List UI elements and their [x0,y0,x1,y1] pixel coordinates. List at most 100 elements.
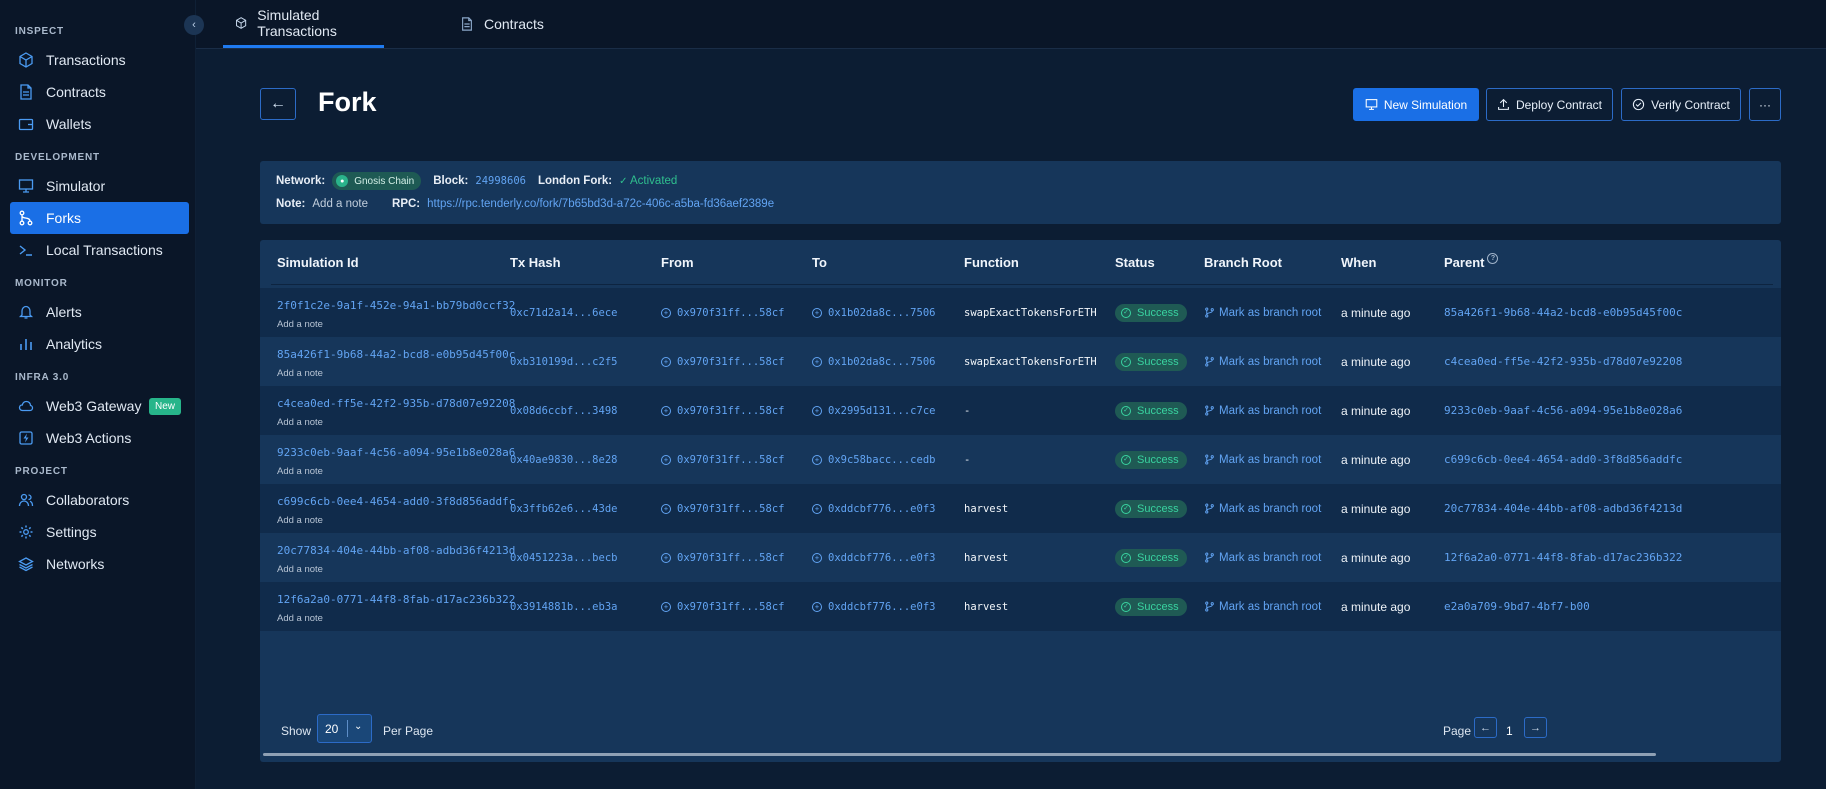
tx-hash-link[interactable]: 0x08d6ccbf...3498 [510,386,617,435]
sidebar-item-networks[interactable]: Networks [10,548,189,580]
to-address-link[interactable]: +0x9c58bacc...cedb [812,435,935,484]
to-address-link[interactable]: +0xddcbf776...e0f3 [812,582,935,631]
function-name: harvest [964,551,1009,564]
add-note-link[interactable]: Add a note [277,368,323,379]
previous-page-button[interactable]: ← [1474,717,1497,738]
more-options-button[interactable]: ··· [1749,88,1781,121]
tx-hash-link[interactable]: 0x0451223a...becb [510,533,617,582]
table-row[interactable]: 2f0f1c2e-9a1f-452e-94a1-bb79bd0ccf32 Add… [260,288,1781,337]
tab-simulated-transactions[interactable]: Simulated Transactions [223,0,384,48]
sidebar-item-collaborators[interactable]: Collaborators [10,484,189,516]
sidebar-item-web3-actions[interactable]: Web3 Actions [10,422,189,454]
column-header-parent[interactable]: Parent ? [1444,240,1499,284]
tab-contracts[interactable]: Contracts [460,0,544,48]
mark-branch-root-link[interactable]: Mark as branch root [1204,533,1321,582]
column-header-branch-root[interactable]: Branch Root [1204,240,1282,284]
parent-link[interactable]: 9233c0eb-9aaf-4c56-a094-95e1b8e028a6 [1444,386,1682,435]
mark-branch-root-link[interactable]: Mark as branch root [1204,435,1321,484]
sidebar-item-label: Alerts [46,304,82,320]
block-value[interactable]: 24998606 [475,175,526,187]
sidebar-item-settings[interactable]: Settings [10,516,189,548]
table-row[interactable]: 20c77834-404e-44bb-af08-adbd36f4213d Add… [260,533,1781,582]
verify-contract-button[interactable]: Verify Contract [1621,88,1741,121]
tx-hash-link[interactable]: 0xc71d2a14...6ece [510,288,617,337]
back-button[interactable]: ← [260,88,296,120]
simulation-id-link[interactable]: c4cea0ed-ff5e-42f2-935b-d78d07e92208 [277,397,515,410]
tx-hash-link[interactable]: 0x40ae9830...8e28 [510,435,617,484]
simulation-id-link[interactable]: 2f0f1c2e-9a1f-452e-94a1-bb79bd0ccf32 [277,299,515,312]
table-row[interactable]: 85a426f1-9b68-44a2-bcd8-e0b95d45f00c Add… [260,337,1781,386]
mark-branch-root-link[interactable]: Mark as branch root [1204,386,1321,435]
sidebar-item-transactions[interactable]: Transactions [10,44,189,76]
mark-branch-root-link[interactable]: Mark as branch root [1204,337,1321,386]
add-note-link[interactable]: Add a note [277,319,323,330]
parent-link[interactable]: 85a426f1-9b68-44a2-bcd8-e0b95d45f00c [1444,288,1682,337]
deploy-contract-button[interactable]: Deploy Contract [1486,88,1613,121]
address-icon: + [661,405,671,416]
parent-link[interactable]: c4cea0ed-ff5e-42f2-935b-d78d07e92208 [1444,337,1682,386]
parent-link[interactable]: c699c6cb-0ee4-4654-add0-3f8d856addfc [1444,435,1682,484]
from-address-link[interactable]: +0x970f31ff...58cf [661,337,784,386]
simulation-id-link[interactable]: 12f6a2a0-0771-44f8-8fab-d17ac236b322 [277,593,515,606]
column-header-status[interactable]: Status [1115,240,1155,284]
add-note-link[interactable]: Add a note [277,515,323,526]
from-address-link[interactable]: +0x970f31ff...58cf [661,484,784,533]
address-icon: + [661,503,671,514]
rpc-url[interactable]: https://rpc.tenderly.co/fork/7b65bd3d-a7… [427,198,774,210]
parent-link[interactable]: 20c77834-404e-44bb-af08-adbd36f4213d [1444,484,1682,533]
simulation-id-link[interactable]: 9233c0eb-9aaf-4c56-a094-95e1b8e028a6 [277,446,515,459]
column-header-function[interactable]: Function [964,240,1019,284]
mark-branch-root-link[interactable]: Mark as branch root [1204,484,1321,533]
table-row[interactable]: c699c6cb-0ee4-4654-add0-3f8d856addfc Add… [260,484,1781,533]
sidebar-item-forks[interactable]: Forks [10,202,189,234]
add-note-link[interactable]: Add a note [312,198,368,210]
mark-branch-root-link[interactable]: Mark as branch root [1204,582,1321,631]
column-header-when[interactable]: When [1341,240,1376,284]
to-address-link[interactable]: +0x1b02da8c...7506 [812,337,935,386]
to-address-link[interactable]: +0x1b02da8c...7506 [812,288,935,337]
collapse-sidebar-button[interactable]: ‹ [184,15,204,35]
simulation-id-link[interactable]: c699c6cb-0ee4-4654-add0-3f8d856addfc [277,495,515,508]
add-note-link[interactable]: Add a note [277,613,323,624]
add-note-link[interactable]: Add a note [277,564,323,575]
from-address-link[interactable]: +0x970f31ff...58cf [661,386,784,435]
sidebar-item-analytics[interactable]: Analytics [10,328,189,360]
to-address-link[interactable]: +0x2995d131...c7ce [812,386,935,435]
parent-link[interactable]: 12f6a2a0-0771-44f8-8fab-d17ac236b322 [1444,533,1682,582]
new-badge: New [148,397,181,415]
to-address-link[interactable]: +0xddcbf776...e0f3 [812,484,935,533]
sidebar-item-contracts[interactable]: Contracts [10,76,189,108]
sidebar-item-local-transactions[interactable]: Local Transactions [10,234,189,266]
column-header-to[interactable]: To [812,240,827,284]
sidebar-item-wallets[interactable]: Wallets [10,108,189,140]
table-row[interactable]: 12f6a2a0-0771-44f8-8fab-d17ac236b322 Add… [260,582,1781,631]
tx-hash-link[interactable]: 0xb310199d...c2f5 [510,337,617,386]
column-header-tx-hash[interactable]: Tx Hash [510,240,561,284]
when-cell: a minute ago [1341,452,1411,467]
info-icon[interactable]: ? [1487,252,1499,264]
table-row[interactable]: 9233c0eb-9aaf-4c56-a094-95e1b8e028a6 Add… [260,435,1781,484]
add-note-link[interactable]: Add a note [277,417,323,428]
next-page-button[interactable]: → [1524,717,1547,738]
sidebar-item-web3-gateway[interactable]: Web3 Gateway New [10,390,189,422]
column-header-from[interactable]: From [661,240,694,284]
new-simulation-button[interactable]: New Simulation [1353,88,1479,121]
from-address-link[interactable]: +0x970f31ff...58cf [661,533,784,582]
sidebar-item-alerts[interactable]: Alerts [10,296,189,328]
to-address-link[interactable]: +0xddcbf776...e0f3 [812,533,935,582]
mark-branch-root-link[interactable]: Mark as branch root [1204,288,1321,337]
network-chip[interactable]: ● Gnosis Chain [332,172,422,190]
column-header-simulation-id[interactable]: Simulation Id [277,240,359,284]
from-address-link[interactable]: +0x970f31ff...58cf [661,288,784,337]
tx-hash-link[interactable]: 0x3914881b...eb3a [510,582,617,631]
from-address-link[interactable]: +0x970f31ff...58cf [661,582,784,631]
simulation-id-link[interactable]: 85a426f1-9b68-44a2-bcd8-e0b95d45f00c [277,348,515,361]
table-row[interactable]: c4cea0ed-ff5e-42f2-935b-d78d07e92208 Add… [260,386,1781,435]
add-note-link[interactable]: Add a note [277,466,323,477]
tx-hash-link[interactable]: 0x3ffb62e6...43de [510,484,617,533]
from-address-link[interactable]: +0x970f31ff...58cf [661,435,784,484]
per-page-select[interactable]: 20 ⌄ [317,714,372,743]
parent-link[interactable]: e2a0a709-9bd7-4bf7-b00 [1444,582,1590,631]
simulation-id-link[interactable]: 20c77834-404e-44bb-af08-adbd36f4213d [277,544,515,557]
sidebar-item-simulator[interactable]: Simulator [10,170,189,202]
